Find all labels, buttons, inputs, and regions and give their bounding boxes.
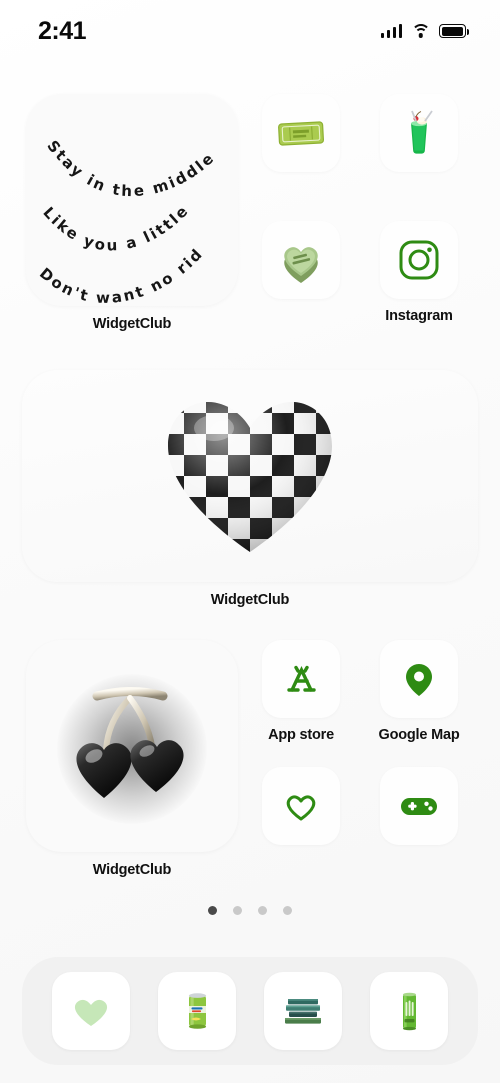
black-heart-cherries-icon (76, 687, 184, 798)
instagram-icon (399, 240, 439, 280)
app-game-controller-tile[interactable] (380, 767, 458, 845)
app-heart-tile[interactable] (262, 767, 340, 845)
app-instagram-tile[interactable] (380, 221, 458, 299)
app-ticket-tile[interactable] (262, 94, 340, 172)
app-app-store[interactable]: App store (242, 640, 360, 745)
app-instagram[interactable]: Instagram (360, 221, 478, 326)
dock-item-heart[interactable] (52, 972, 130, 1050)
app-candy-heart[interactable] (242, 221, 360, 326)
iphone-home-screen: 2:41 Stay in the middle Like you a littl… (0, 0, 500, 1083)
widget-checkered-heart-label: WidgetClub (210, 592, 290, 608)
app-melon-soda[interactable] (360, 94, 478, 199)
quote-line-3: Don't want no riddle (26, 94, 207, 306)
status-bar-indicators (380, 24, 469, 38)
home-screen-page-1: Stay in the middle Like you a little Don… (0, 62, 500, 915)
map-pin-icon (406, 664, 432, 696)
app-app-store-label: App store (268, 727, 334, 743)
page-dot-2[interactable] (233, 906, 242, 915)
widget-quote-tile[interactable]: Stay in the middle Like you a little Don… (26, 94, 238, 306)
status-bar-time: 2:41 (38, 16, 87, 45)
app-google-map[interactable]: Google Map (360, 640, 478, 745)
dock-item-soda-can[interactable] (158, 972, 236, 1050)
dock (22, 957, 478, 1065)
green-book-stack-icon (285, 999, 321, 1024)
cellular-signal-icon (380, 24, 402, 38)
app-google-map-tile[interactable] (380, 640, 458, 718)
app-candy-heart-tile[interactable] (262, 221, 340, 299)
dock-item-energy-can[interactable] (370, 972, 448, 1050)
page-dot-1[interactable] (208, 906, 217, 915)
page-indicator-dots[interactable] (0, 906, 500, 915)
green-soda-can-icon (189, 993, 206, 1029)
dock-item-books[interactable] (264, 972, 342, 1050)
light-green-heart-icon (74, 999, 108, 1026)
home-row-3: WidgetClub App store Google Map (0, 640, 500, 878)
quote-line-1: Stay in the middle (43, 137, 218, 200)
widget-cherries-tile[interactable] (26, 640, 238, 852)
green-energy-drink-can-icon (403, 992, 416, 1031)
checkered-heart-balloon-icon (168, 402, 332, 552)
app-melon-soda-tile[interactable] (380, 94, 458, 172)
app-app-store-tile[interactable] (262, 640, 340, 718)
battery-full-icon (439, 24, 469, 38)
app-google-map-label: Google Map (378, 727, 460, 743)
status-bar: 2:41 (0, 0, 500, 62)
app-instagram-label: Instagram (385, 308, 453, 324)
app-heart[interactable] (242, 767, 360, 872)
widget-quote-label: WidgetClub (92, 316, 172, 332)
widget-checkered-heart[interactable] (22, 370, 478, 582)
page-dot-4[interactable] (283, 906, 292, 915)
widget-quote[interactable]: Stay in the middle Like you a little Don… (22, 94, 242, 332)
candy-heart-icon (284, 247, 318, 283)
home-row-2: WidgetClub (0, 370, 500, 608)
widget-cherries-label: WidgetClub (92, 862, 172, 878)
heart-outline-icon (286, 795, 316, 821)
melon-soda-drink-icon (411, 110, 433, 154)
wifi-icon (411, 24, 430, 38)
page-dot-3[interactable] (258, 906, 267, 915)
app-ticket[interactable] (242, 94, 360, 199)
app-store-icon (287, 665, 316, 692)
curved-quote-text: Stay in the middle Like you a little Don… (26, 94, 218, 306)
quote-line-2: Like you a little (39, 201, 193, 255)
home-row-1: Stay in the middle Like you a little Don… (0, 94, 500, 332)
ticket-icon (278, 121, 324, 146)
game-controller-icon (401, 798, 437, 815)
app-game-controller[interactable] (360, 767, 478, 872)
widget-cherries[interactable]: WidgetClub (22, 640, 242, 878)
